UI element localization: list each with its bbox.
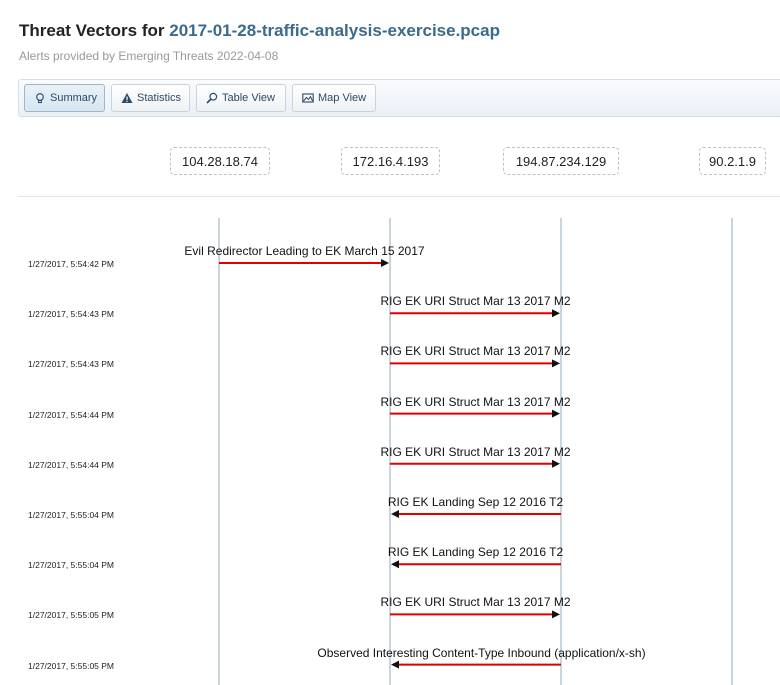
alert-arrow xyxy=(390,359,560,368)
event-timestamp: 1/27/2017, 5:54:44 PM xyxy=(28,459,115,470)
alert-arrow xyxy=(391,510,561,518)
arrowhead xyxy=(552,459,560,468)
event-timestamp: 1/27/2017, 5:55:04 PM xyxy=(28,510,115,520)
alert-arrow xyxy=(391,560,561,569)
alert-arrow xyxy=(390,309,560,318)
event-timestamp: 1/27/2017, 5:54:44 PM xyxy=(28,409,115,420)
alert-arrow xyxy=(390,459,560,468)
arrowhead xyxy=(552,610,560,619)
alert-label: RIG EK Landing Sep 12 2016 T2 xyxy=(387,545,564,560)
event-timestamp: 1/27/2017, 5:54:43 PM xyxy=(28,309,115,320)
arrowhead xyxy=(381,259,389,267)
event-timestamp: 1/27/2017, 5:55:04 PM xyxy=(28,560,115,571)
alert-arrow xyxy=(390,409,560,418)
alert-arrow xyxy=(390,610,560,619)
alert-label: RIG EK URI Struct Mar 13 2017 M2 xyxy=(380,444,571,459)
event-timestamp: 1/27/2017, 5:54:43 PM xyxy=(28,359,115,370)
arrowhead xyxy=(391,510,399,518)
alert-arrow xyxy=(391,660,561,669)
alert-label: RIG EK URI Struct Mar 13 2017 M2 xyxy=(380,394,571,409)
event-timestamp: 1/27/2017, 5:55:05 PM xyxy=(28,660,115,671)
arrowhead xyxy=(391,560,399,569)
arrowhead xyxy=(552,409,560,418)
alert-arrows xyxy=(219,259,561,669)
alert-arrow xyxy=(219,259,389,267)
alert-label: Observed Interesting Content-Type Inboun… xyxy=(317,645,646,660)
event-timestamp: 1/27/2017, 5:55:05 PM xyxy=(28,610,115,621)
alert-label: RIG EK URI Struct Mar 13 2017 M2 xyxy=(380,595,571,610)
arrowhead xyxy=(552,359,560,368)
arrowhead xyxy=(552,309,560,318)
alert-label: RIG EK Landing Sep 12 2016 T2 xyxy=(387,495,564,509)
event-timestamp: 1/27/2017, 5:54:42 PM xyxy=(28,259,115,269)
arrowhead xyxy=(391,660,399,669)
alert-label: RIG EK URI Struct Mar 13 2017 M2 xyxy=(380,344,571,359)
alert-label: RIG EK URI Struct Mar 13 2017 M2 xyxy=(380,294,571,309)
alert-label: Evil Redirector Leading to EK March 15 2… xyxy=(184,244,425,258)
